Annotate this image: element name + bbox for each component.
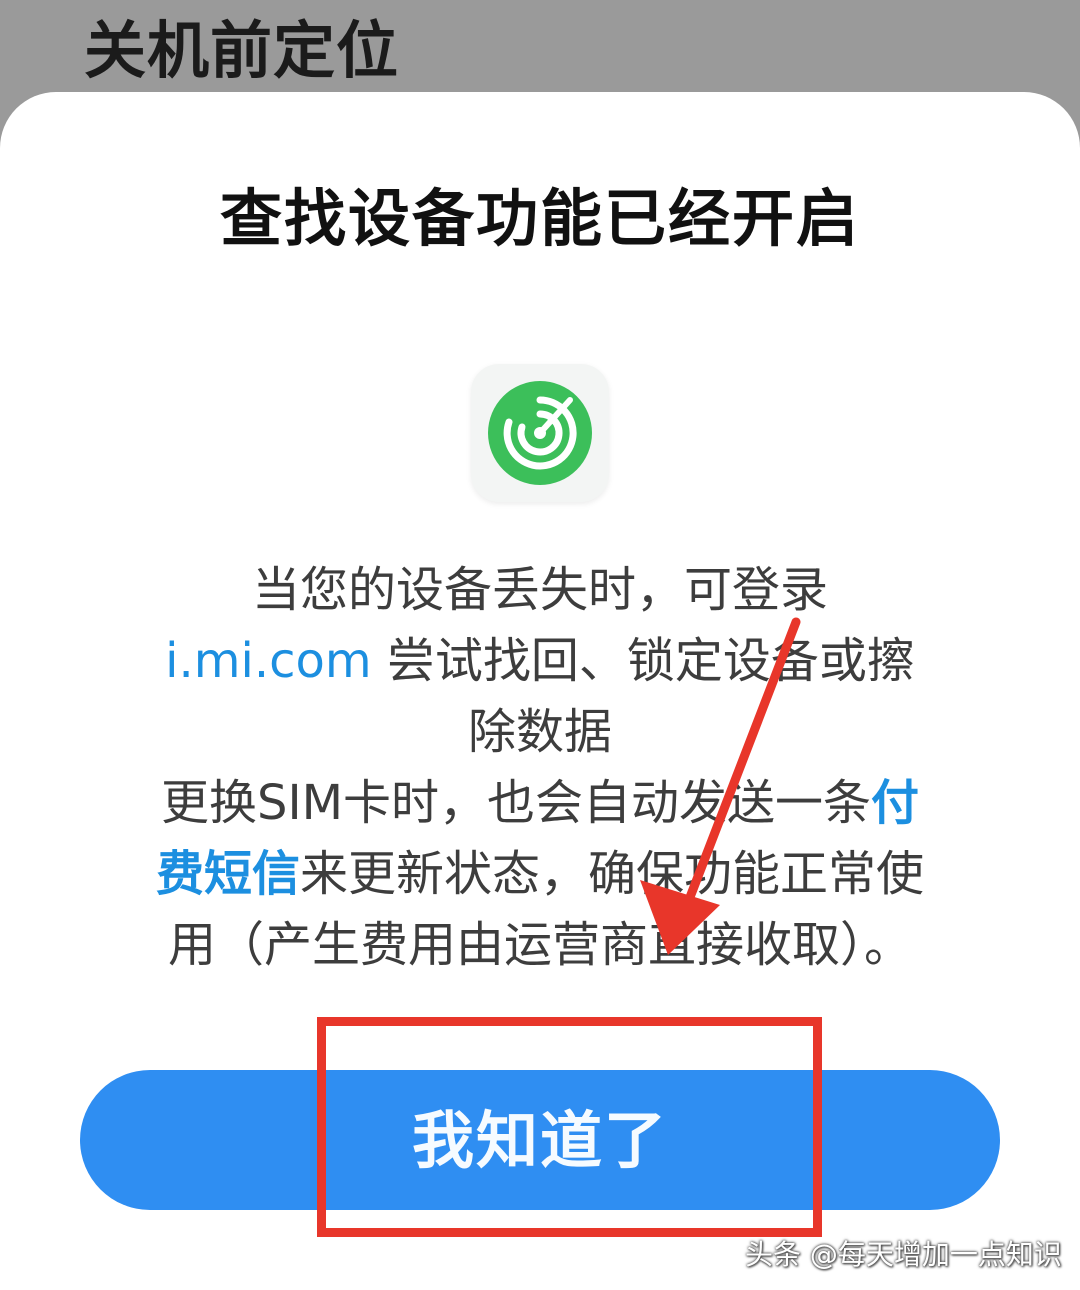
watermark: 头条 @每天增加一点知识 xyxy=(745,1238,1062,1271)
annotation-arrow-icon xyxy=(640,617,801,955)
